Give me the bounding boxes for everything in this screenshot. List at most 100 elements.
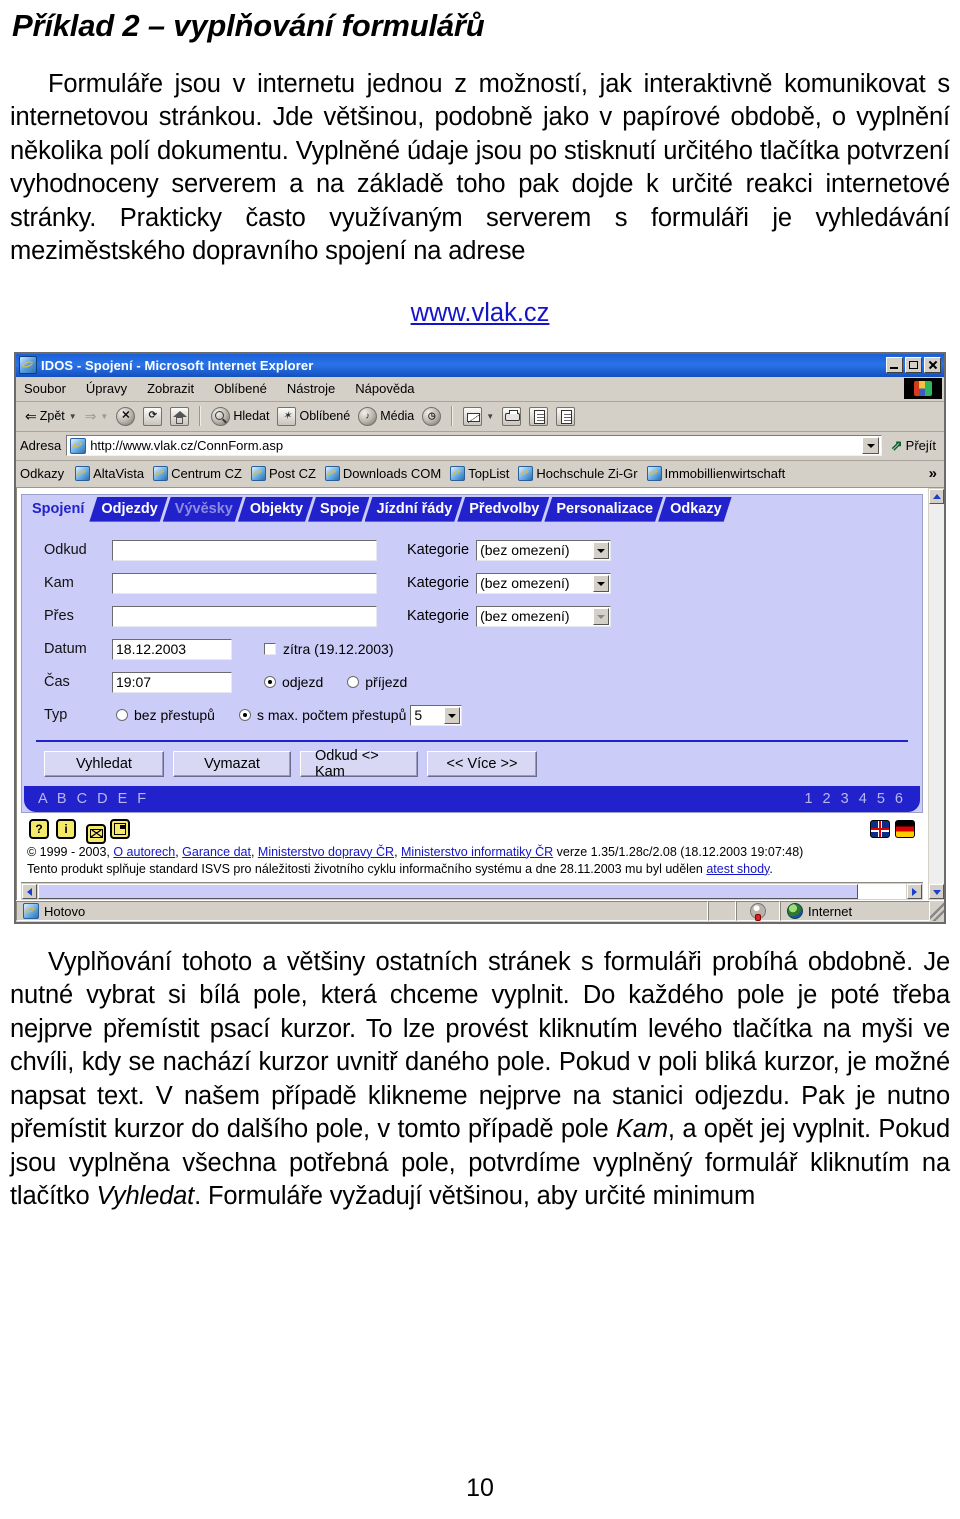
alpha-numbers[interactable]: 1 2 3 4 5 6 [804,791,906,807]
info-icon[interactable]: i [56,818,76,839]
save-icon[interactable] [110,818,130,839]
mail-icon[interactable] [86,823,106,844]
bez-prestupu-radio[interactable] [116,709,128,722]
link-o-autorech[interactable]: O autorech [113,845,175,859]
edit-button[interactable] [526,406,551,427]
go-button[interactable]: ⇗ Přejít [887,437,940,454]
chevron-down-icon[interactable] [593,607,610,625]
toolbar-separator-1 [199,406,202,427]
address-dropdown-icon[interactable] [861,437,879,455]
link-ministerstvo-dopravy[interactable]: Ministerstvo dopravy ČR [258,845,394,859]
discuss-button[interactable] [553,406,578,427]
link-centrum-cz[interactable]: Centrum CZ [153,466,242,482]
menu-item-napoveda[interactable]: Nápověda [355,381,414,396]
link-atest-shody[interactable]: atest shody [706,862,769,876]
minimize-icon[interactable] [886,357,903,374]
prijezd-radio[interactable] [347,676,360,689]
link-immobillienwirtschaft[interactable]: Immobillienwirtschaft [646,466,785,482]
help-icon[interactable]: ? [29,818,49,839]
odkud-kam-swap-button[interactable]: Odkud <> Kam [300,748,418,780]
vice-button[interactable]: << Více >> [427,750,537,777]
hscroll-track[interactable] [858,883,906,899]
mail-dropdown-icon[interactable]: ▼ [486,412,494,421]
browser-titlebar[interactable]: IDOS - Spojení - Microsoft Internet Expl… [16,353,944,377]
horizontal-scrollbar[interactable] [21,881,923,900]
s-max-prestupu-radio[interactable] [238,709,251,722]
flag-uk-icon[interactable] [870,819,890,838]
hscroll-thumb[interactable] [38,883,858,899]
tab-predvolby[interactable]: Předvolby [457,497,549,522]
back-dropdown-icon[interactable]: ▼ [69,412,77,421]
link-toplist[interactable]: TopList [450,466,509,482]
scroll-down-icon[interactable] [928,883,944,899]
mail-button[interactable]: ▼ [460,406,497,427]
home-button[interactable] [167,406,192,427]
address-label: Adresa [20,438,62,454]
menu-item-nastroje[interactable]: Nástroje [287,381,335,396]
vyhledat-button[interactable]: Vyhledat [44,750,164,777]
alpha-letters[interactable]: A B C D E F [38,791,149,807]
scroll-right-icon[interactable] [907,883,922,899]
menu-item-upravy[interactable]: Úpravy [86,381,127,396]
zitra-checkbox[interactable] [264,643,276,656]
vscroll-track[interactable] [928,503,944,884]
cas-input[interactable]: 19:07 [112,671,232,693]
tab-odkazy[interactable]: Odkazy [658,497,732,522]
maximize-icon[interactable] [905,357,922,374]
intro-paragraph-text: Formuláře jsou v internetu jednou z možn… [10,69,950,266]
datum-input[interactable]: 18.12.2003 [112,638,232,660]
internet-explorer-icon [19,356,37,375]
link-post-cz[interactable]: Post CZ [250,466,316,482]
link-downloads-com[interactable]: Downloads COM [324,466,441,482]
address-input[interactable]: http://www.vlak.cz/ConnForm.asp [66,435,882,457]
tab-spojeni[interactable]: Spojení [22,497,94,522]
pres-input[interactable] [112,605,377,627]
odkud-input[interactable] [112,539,377,561]
chevron-down-icon[interactable] [593,574,610,592]
back-button[interactable]: ⇐ Zpět ▼ [22,408,80,424]
tab-odjezdy[interactable]: Odjezdy [89,497,167,522]
links-overflow-icon[interactable]: » [929,465,940,482]
tab-jizdni-rady[interactable]: Jízdní řády [365,497,463,522]
chevron-down-icon[interactable] [593,541,610,559]
link-ministerstvo-informatiky[interactable]: Ministerstvo informatiky ČR [401,845,553,859]
tab-objekty[interactable]: Objekty [238,497,313,522]
refresh-button[interactable]: ⟳ [140,406,165,427]
status-zone-text: Internet [808,903,853,919]
media-button[interactable]: ♪ Média [355,406,417,427]
link-hochschule[interactable]: Hochschule Zi-Gr [518,466,638,482]
kategorie-select-3[interactable]: (bez omezení) [476,605,612,627]
forward-button[interactable]: ⇒ ▼ [82,408,112,424]
vymazat-button[interactable]: Vymazat [173,750,291,777]
history-button[interactable]: ◷ [419,406,444,427]
forward-dropdown-icon[interactable]: ▼ [100,412,108,421]
flag-de-icon[interactable] [895,819,915,838]
scroll-left-icon[interactable] [22,883,37,899]
stop-button[interactable]: ✕ [113,406,138,427]
link-altavista[interactable]: AltaVista [75,466,144,482]
status-security-cell[interactable] [736,901,780,922]
bez-prestupu-label: bez přestupů [134,707,215,724]
scroll-up-icon[interactable] [928,488,944,504]
search-button[interactable]: Hledat [208,406,272,427]
chevron-down-icon[interactable] [444,706,461,724]
kam-input[interactable] [112,572,377,594]
favorites-button[interactable]: ✶ Oblíbené [274,406,353,427]
tab-spoje[interactable]: Spoje [308,497,369,522]
vlak-cz-link[interactable]: www.vlak.cz [411,299,550,327]
row-cas: Čas 19:07 odjezd příjezd [22,666,922,699]
odjezd-radio[interactable] [264,676,276,689]
closing-paragraph-em1: Kam [615,1115,668,1144]
prestupy-select[interactable]: 5 [410,704,463,726]
kategorie-select-1[interactable]: (bez omezení) [476,539,612,561]
menu-item-soubor[interactable]: Soubor [24,381,66,396]
resize-grip[interactable] [930,901,944,922]
menu-item-oblibene[interactable]: Oblíbené [214,381,267,396]
tab-personalizace[interactable]: Personalizace [544,497,663,522]
close-icon[interactable] [924,357,941,374]
link-garance-dat[interactable]: Garance dat [182,845,251,859]
print-button[interactable] [499,406,524,427]
kategorie-select-2[interactable]: (bez omezení) [476,572,612,594]
menu-item-zobrazit[interactable]: Zobrazit [147,381,194,396]
vertical-scrollbar[interactable] [927,487,944,900]
